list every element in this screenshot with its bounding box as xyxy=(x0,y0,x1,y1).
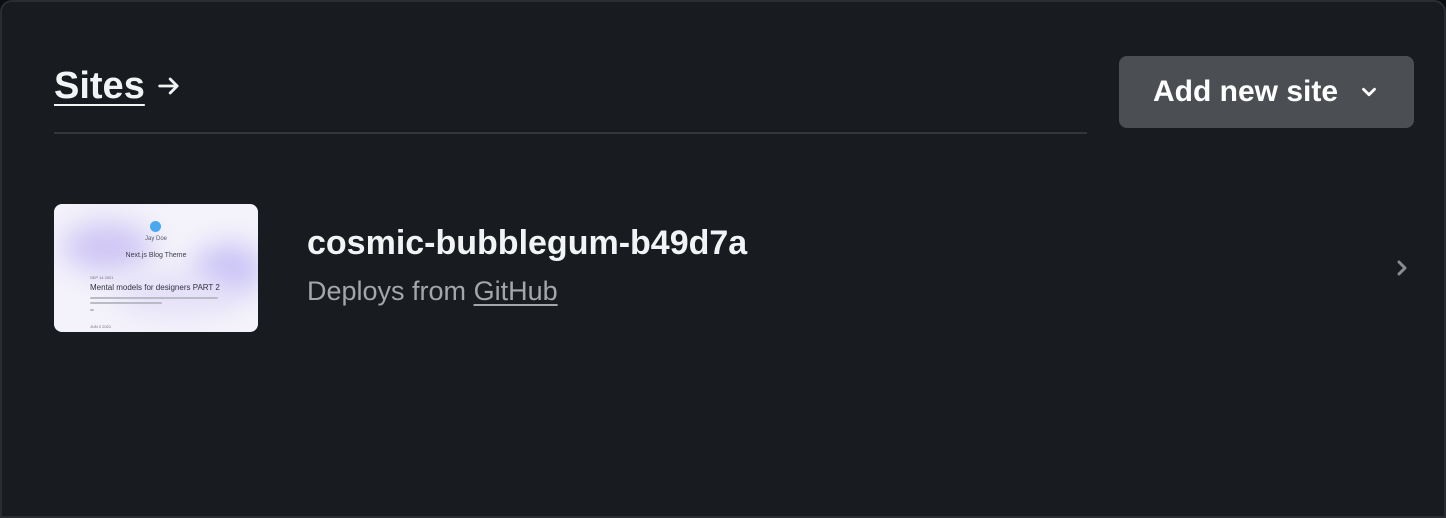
thumbnail-theme-title: Next.js Blog Theme xyxy=(125,252,187,259)
add-new-site-label: Add new site xyxy=(1152,75,1339,108)
site-name: cosmic-bubblegum-b49d7a xyxy=(307,224,748,262)
thumbnail-blur-blob xyxy=(114,274,234,314)
site-thumbnail: Jay Doe Next.js Blog Theme SEP 14 2021 M… xyxy=(54,204,258,332)
thumbnail-author: Jay Doe xyxy=(144,236,167,242)
chevron-right-icon xyxy=(1397,260,1407,276)
thumbnail-blur-blob xyxy=(62,222,152,272)
thumbnail-post-title: Mental models for designers PART 2 xyxy=(90,283,220,292)
deploy-info: Deploys from GitHub xyxy=(307,276,558,307)
thumbnail-post-date: SEP 14 2021 xyxy=(90,275,114,280)
deploy-prefix: Deploys from xyxy=(307,276,467,306)
site-list-item[interactable]: Jay Doe Next.js Blog Theme SEP 14 2021 M… xyxy=(54,204,1414,332)
thumbnail-post-date: JUN 2 2021 xyxy=(90,324,112,329)
avatar xyxy=(150,221,161,232)
page-title: Sites xyxy=(54,65,145,107)
arrow-right-icon xyxy=(158,77,179,95)
thumbnail-excerpt-line xyxy=(90,297,218,299)
thumbnail-excerpt-line xyxy=(90,309,94,311)
sites-panel: Sites Add new site Jay Doe Next.js Blog … xyxy=(0,0,1446,518)
add-new-site-button[interactable]: Add new site xyxy=(1119,56,1414,128)
chevron-down-icon xyxy=(1362,87,1376,97)
deploy-source-link[interactable]: GitHub xyxy=(474,276,558,306)
thumbnail-excerpt-line xyxy=(90,302,162,304)
sites-header: Sites xyxy=(54,62,1087,134)
sites-title-link[interactable]: Sites xyxy=(54,62,183,110)
